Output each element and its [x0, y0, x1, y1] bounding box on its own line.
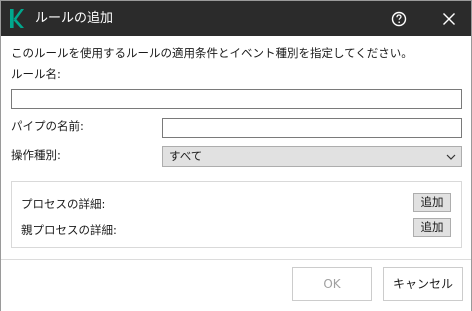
rule-name-label: ルール名: [11, 67, 61, 81]
cancel-button[interactable]: キャンセル [383, 267, 463, 301]
chevron-down-icon [446, 154, 456, 160]
dialog-title: ルールの追加 [35, 11, 114, 26]
ok-button[interactable]: OK [292, 267, 372, 301]
title-bar: ルールの追加 [1, 1, 471, 36]
rule-name-input[interactable] [11, 89, 462, 109]
operation-type-label: 操作種別: [11, 148, 61, 162]
parent-process-details-label: 親プロセスの詳細: [21, 223, 117, 237]
kaspersky-logo-icon [10, 9, 24, 28]
close-button[interactable] [437, 7, 461, 31]
pipe-name-input[interactable] [162, 118, 462, 138]
add-process-details-button[interactable]: 追加 [413, 193, 451, 212]
add-rule-dialog: ルールの追加 このルールを使用するルールの適用条件とイベント種別を指定してくださ… [0, 0, 472, 311]
close-icon [443, 13, 455, 25]
operation-type-select[interactable]: すべて [162, 146, 462, 167]
add-parent-process-details-button[interactable]: 追加 [413, 218, 451, 237]
process-details-label: プロセスの詳細: [21, 197, 106, 211]
help-icon [391, 11, 407, 27]
help-button[interactable] [387, 7, 411, 31]
pipe-name-label: パイプの名前: [11, 119, 84, 133]
operation-type-selected-value: すべて [169, 149, 203, 163]
dialog-description: このルールを使用するルールの適用条件とイベント種別を指定してください。 [11, 46, 413, 60]
